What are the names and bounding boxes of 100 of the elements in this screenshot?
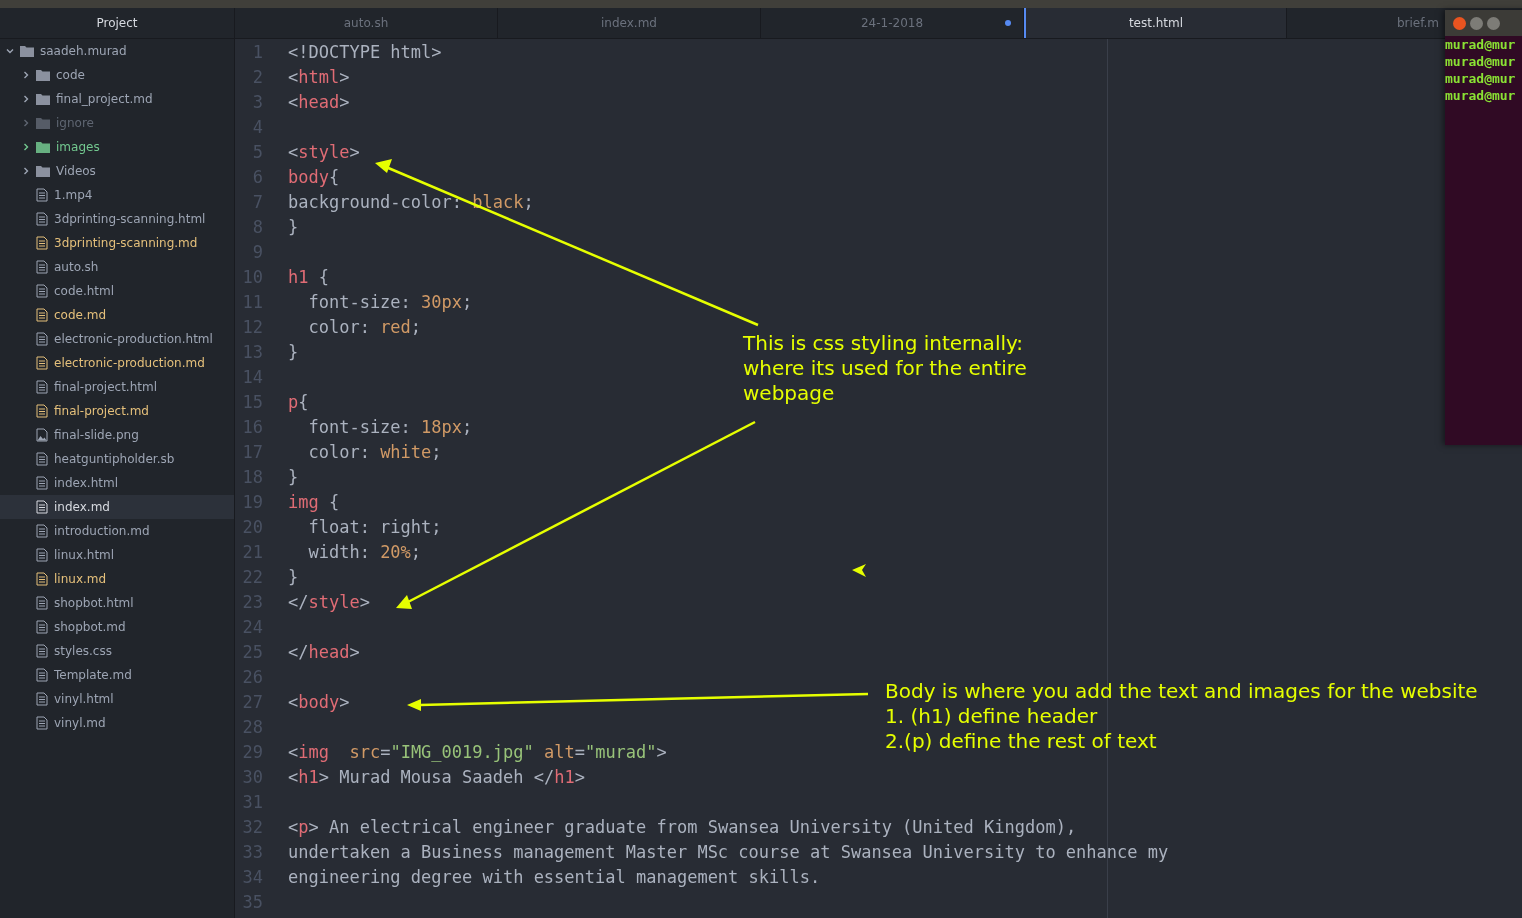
file-name: vinyl.md (54, 716, 106, 730)
tree-item[interactable]: saadeh.murad (0, 39, 234, 63)
file-name: 3dprinting-scanning.html (54, 212, 206, 226)
code-line: <body> (288, 691, 350, 712)
tree-item[interactable]: auto.sh (0, 255, 234, 279)
file-name: styles.css (54, 644, 112, 658)
terminal-line: murad@mur (1445, 53, 1517, 70)
tree-item[interactable]: electronic-production.md (0, 351, 234, 375)
chevron-icon (22, 71, 30, 79)
code-line: <img src="IMG_0019.jpg" alt="murad"> (288, 741, 667, 762)
tree-item[interactable]: code.md (0, 303, 234, 327)
file-name: code.md (54, 308, 107, 322)
code-line: } (288, 566, 299, 587)
file-name: linux.md (54, 572, 107, 586)
tree-item[interactable]: 1.mp4 (0, 183, 234, 207)
tree-item[interactable]: images (0, 135, 234, 159)
file-icon (36, 188, 48, 202)
minimize-button[interactable] (1470, 16, 1483, 30)
file-name: 1.mp4 (54, 188, 93, 202)
code-line: <html> (288, 66, 350, 87)
tree-item[interactable]: electronic-production.html (0, 327, 234, 351)
file-name: electronic-production.md (54, 356, 205, 370)
file-icon (36, 716, 48, 730)
file-icon (36, 356, 48, 370)
file-icon (36, 308, 48, 322)
tree-item[interactable]: index.md (0, 495, 234, 519)
terminal-line: murad@mur (1445, 70, 1517, 87)
code-line: h1 { (288, 266, 329, 287)
tree-item[interactable]: vinyl.html (0, 687, 234, 711)
close-button[interactable] (1453, 16, 1466, 30)
tree-item[interactable]: shopbot.md (0, 615, 234, 639)
tree-item[interactable]: final-slide.png (0, 423, 234, 447)
code-line: color: red; (307, 316, 422, 337)
file-name: images (56, 140, 100, 154)
arrowhead-icon (852, 564, 866, 577)
tree-item[interactable]: Template.md (0, 663, 234, 687)
tree-item[interactable]: final-project.html (0, 375, 234, 399)
tree-item[interactable]: final_project.md (0, 87, 234, 111)
file-icon (36, 620, 48, 634)
tab[interactable]: test.html (1024, 8, 1287, 38)
file-icon (36, 212, 48, 226)
file-name: code (56, 68, 85, 82)
code-line: img { (288, 491, 340, 512)
file-name: index.html (54, 476, 118, 490)
file-icon (36, 260, 48, 274)
file-icon (36, 668, 48, 682)
file-icon (36, 524, 48, 538)
file-name: shopbot.md (54, 620, 126, 634)
tree-item[interactable]: final-project.md (0, 399, 234, 423)
tree-item[interactable]: 3dprinting-scanning.md (0, 231, 234, 255)
tree-item[interactable]: heatguntipholder.sb (0, 447, 234, 471)
file-icon (36, 236, 48, 250)
file-name: Template.md (54, 668, 132, 682)
file-name: introduction.md (54, 524, 150, 538)
folder-icon (36, 141, 50, 153)
code-line: background-color: black; (288, 191, 534, 212)
maximize-button[interactable] (1487, 16, 1500, 30)
tree-item[interactable]: Videos (0, 159, 234, 183)
file-icon (36, 332, 48, 346)
code-line: engineering degree with essential management skills. (288, 866, 821, 887)
tree-item[interactable]: styles.css (0, 639, 234, 663)
folder-icon (36, 165, 50, 177)
file-icon (36, 452, 48, 466)
folder-icon (36, 117, 50, 129)
tree-item[interactable]: vinyl.md (0, 711, 234, 735)
terminal-line: murad@mur (1445, 87, 1517, 104)
image-file-icon (36, 428, 48, 442)
file-name: final-project.md (54, 404, 149, 418)
tree-item[interactable]: code (0, 63, 234, 87)
file-name: linux.html (54, 548, 115, 562)
file-icon (36, 500, 48, 514)
chevron-icon (22, 143, 30, 151)
file-name: Videos (56, 164, 96, 178)
code-line: <style> (288, 141, 360, 162)
chevron-icon (22, 119, 30, 127)
tree-item[interactable]: shopbot.html (0, 591, 234, 615)
code-line: font-size: 30px; (307, 291, 473, 312)
tree-item[interactable]: code.html (0, 279, 234, 303)
tree-item[interactable]: linux.md (0, 567, 234, 591)
file-name: shopbot.html (54, 596, 134, 610)
file-icon (36, 404, 48, 418)
file-icon (36, 596, 48, 610)
code-line: width: 20%; (307, 541, 422, 562)
tree-item[interactable]: linux.html (0, 543, 234, 567)
tree-item[interactable]: introduction.md (0, 519, 234, 543)
panel-title: Project (0, 8, 234, 39)
file-name: auto.sh (54, 260, 99, 274)
tree-item[interactable]: 3dprinting-scanning.html (0, 207, 234, 231)
file-icon (36, 692, 48, 706)
terminal-line: murad@mur (1445, 36, 1517, 53)
folder-icon (36, 93, 50, 105)
chevron-icon (22, 167, 30, 175)
code-line: } (288, 466, 299, 487)
code-line: float: right; (307, 516, 442, 537)
code-line: body{ (288, 166, 340, 187)
code-line: color: white; (307, 441, 442, 462)
tree-item[interactable]: index.html (0, 471, 234, 495)
annotation-text: Body is where you add the text and images for the website 1. (h1) define header 2.(p) define the rest of text (885, 679, 1478, 754)
annotation-text: This is css styling internally: where its used for the entire webpage (743, 331, 1027, 406)
file-name: index.md (54, 500, 110, 514)
